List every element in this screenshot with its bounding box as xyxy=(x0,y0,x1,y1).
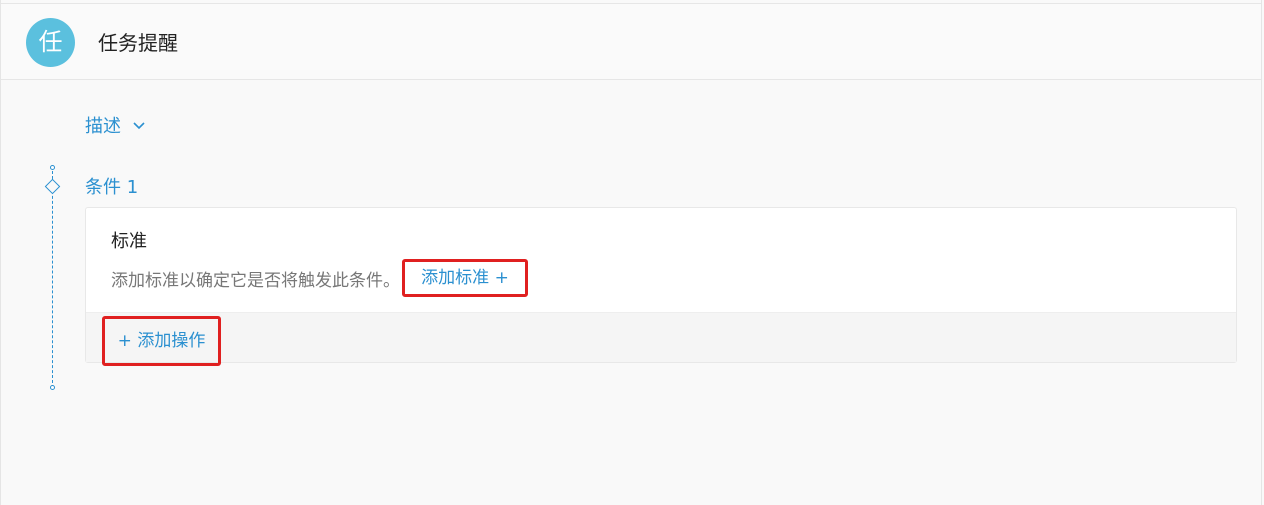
description-label: 描述 xyxy=(85,116,121,137)
criteria-description: 添加标准以确定它是否将触发此条件。 xyxy=(111,271,400,291)
avatar: 任 xyxy=(26,18,75,67)
task-reminder-page: 任 任务提醒 描述 条件 1 标准 添加标准以确定它是否将触发此条件。 添加标准… xyxy=(0,0,1262,505)
add-criteria-button[interactable]: 添加标准 + xyxy=(402,259,528,297)
chevron-down-icon xyxy=(133,113,145,137)
page-title: 任务提醒 xyxy=(98,31,178,55)
criteria-label: 标准 xyxy=(111,231,147,252)
description-toggle[interactable]: 描述 xyxy=(85,113,145,139)
timeline-start-dot xyxy=(50,165,55,170)
condition-title[interactable]: 条件 1 xyxy=(85,176,138,200)
condition-diamond-icon xyxy=(44,178,61,195)
timeline-end-dot xyxy=(50,385,55,390)
add-action-button[interactable]: + 添加操作 xyxy=(102,316,221,366)
criteria-section: 标准 添加标准以确定它是否将触发此条件。 添加标准 + xyxy=(86,208,1236,312)
header-bar: 任 任务提醒 xyxy=(1,3,1261,80)
action-section: + 添加操作 xyxy=(86,312,1236,366)
condition-card: 标准 添加标准以确定它是否将触发此条件。 添加标准 + + 添加操作 xyxy=(85,207,1237,366)
timeline-line xyxy=(52,166,54,388)
